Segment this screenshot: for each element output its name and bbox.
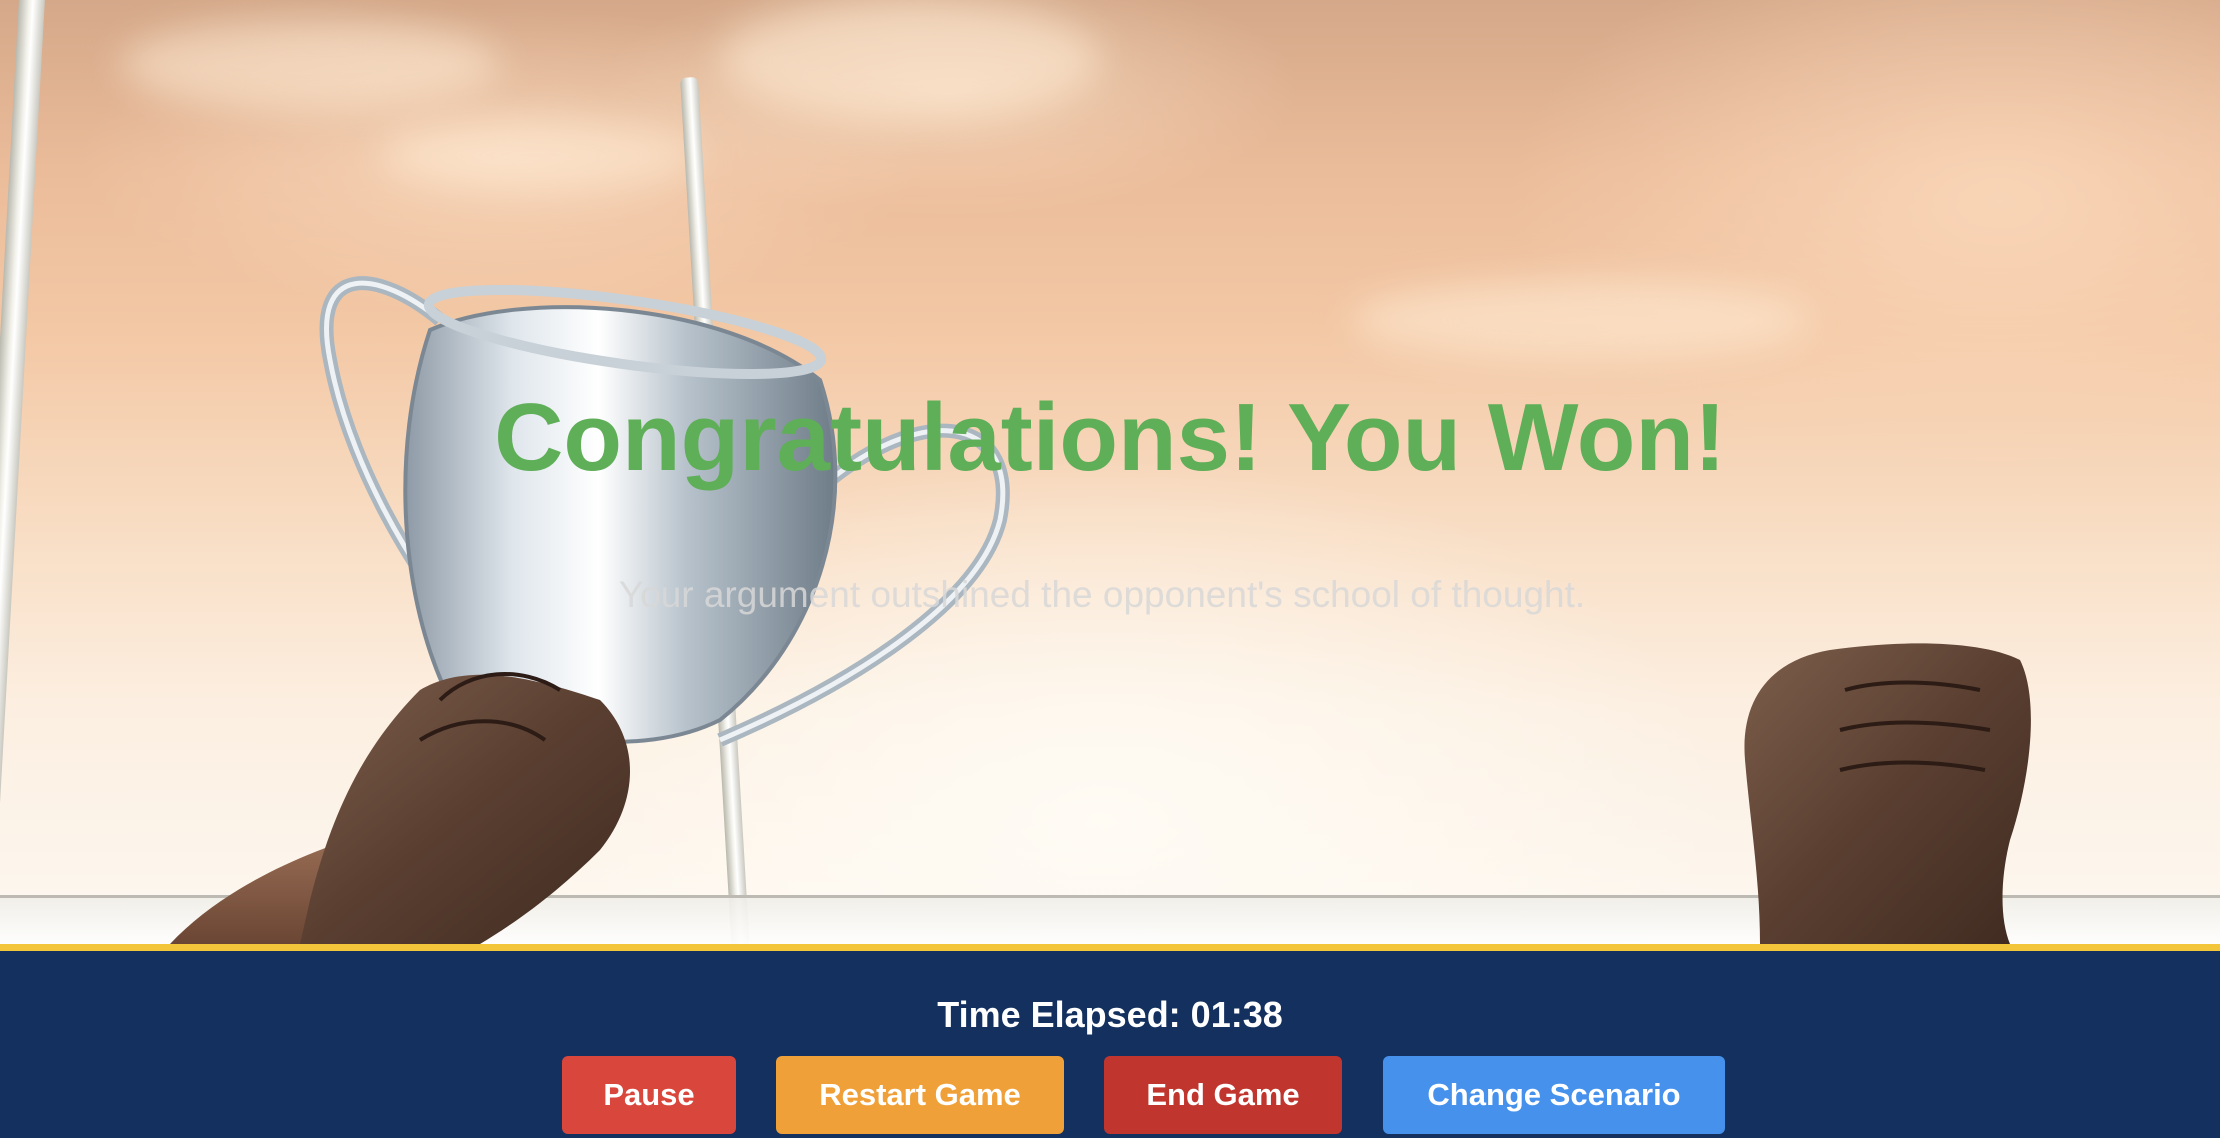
victory-screen: Congratulations! You Won! Your argument … [0,0,2220,1138]
time-elapsed-display: Time Elapsed: 01:38 [937,994,1283,1035]
victory-message: Your argument outshined the opponent's s… [618,574,1586,615]
end-game-button[interactable]: End Game [1104,1056,1342,1134]
game-control-bar: Time Elapsed: 01:38 Pause Restart Game E… [0,944,2220,1138]
victory-headline: Congratulations! You Won! [494,384,1726,491]
restart-game-button[interactable]: Restart Game [776,1056,1064,1134]
pause-button[interactable]: Pause [562,1056,736,1134]
change-scenario-button[interactable]: Change Scenario [1383,1056,1725,1134]
